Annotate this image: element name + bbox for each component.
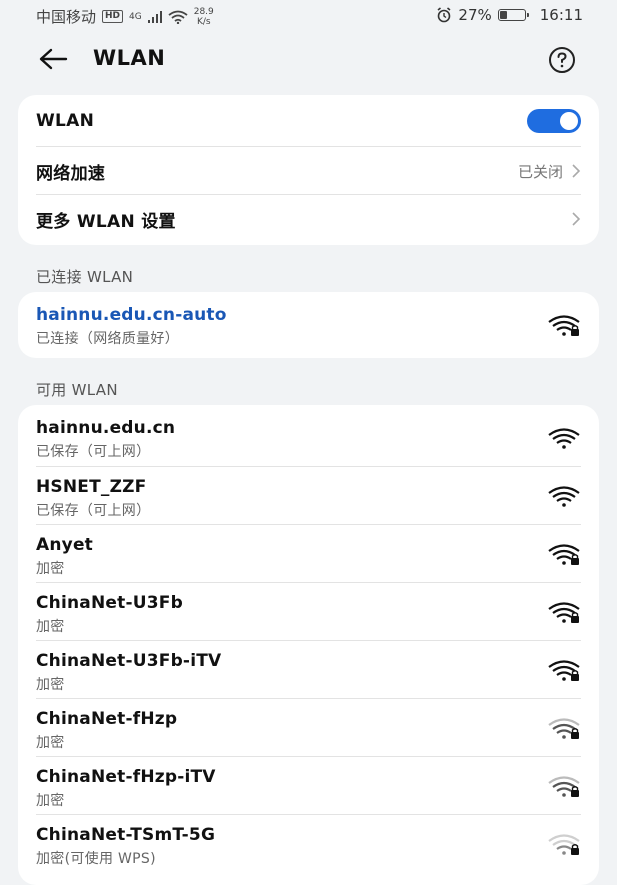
network-list-item[interactable]: ChinaNet-TSmT-5G 加密(可使用 WPS) (18, 815, 599, 873)
network-status: 已保存（可上网） (36, 444, 151, 460)
network-list-item[interactable]: ChinaNet-fHzp 加密 (18, 699, 599, 757)
network-list-item[interactable]: HSNET_ZZF 已保存（可上网） (18, 467, 599, 525)
network-speed: 28.9 K/s (194, 7, 214, 27)
page-header: WLAN (0, 36, 617, 84)
network-name: ChinaNet-U3Fb-iTV (36, 651, 222, 671)
network-status: 加密 (36, 561, 65, 577)
network-name: Anyet (36, 535, 93, 555)
network-list-item[interactable]: Anyet 加密 (18, 525, 599, 583)
settings-card: WLAN 网络加速 已关闭 更多 WLAN 设置 (18, 95, 599, 245)
toggle-knob (560, 112, 578, 130)
network-type-label: 4G (129, 11, 142, 22)
network-status: 加密 (36, 735, 65, 751)
connected-network-name: hainnu.edu.cn-auto (36, 305, 227, 325)
network-speed-value: 28.9 (193, 6, 214, 17)
network-acceleration-row[interactable]: 网络加速 已关闭 (18, 147, 599, 195)
wifi-locked-icon (548, 660, 580, 681)
more-wlan-settings-row[interactable]: 更多 WLAN 设置 (18, 195, 599, 243)
network-name: ChinaNet-U3Fb (36, 593, 183, 613)
network-name: ChinaNet-fHzp-iTV (36, 767, 216, 787)
network-speed-unit: K/s (196, 16, 211, 27)
more-wlan-settings-label: 更多 WLAN 设置 (36, 211, 176, 232)
wifi-locked-icon (548, 834, 580, 855)
connected-section-title: 已连接 WLAN (36, 268, 134, 286)
network-name: ChinaNet-fHzp (36, 709, 178, 729)
network-status: 加密 (36, 619, 65, 635)
network-name: hainnu.edu.cn (36, 418, 176, 438)
connected-card: hainnu.edu.cn-auto 已连接（网络质量好） (18, 292, 599, 358)
network-list-item[interactable]: ChinaNet-fHzp-iTV 加密 (18, 757, 599, 815)
available-section-title: 可用 WLAN (36, 381, 118, 399)
alarm-icon (437, 7, 451, 23)
available-networks-card: hainnu.edu.cn 已保存（可上网） HSNET_ZZF 已保存（可上网） An… (18, 405, 599, 885)
chevron-right-icon (572, 212, 581, 226)
battery-icon (497, 9, 529, 21)
back-arrow-icon[interactable] (36, 44, 70, 74)
battery-percent: 27% (458, 6, 492, 24)
wlan-toggle-row[interactable]: WLAN (18, 95, 599, 147)
status-bar: 中国移动 HD 4G 28.9 K/s 27% 16:11 (0, 0, 617, 32)
hd-badge: HD (102, 10, 124, 23)
network-status: 加密(可使用 WPS) (36, 851, 156, 867)
network-status: 加密 (36, 793, 65, 809)
wifi-status-icon (168, 10, 188, 24)
wifi-locked-icon (548, 602, 580, 623)
connected-network-status: 已连接（网络质量好） (36, 331, 179, 347)
wlan-toggle-label: WLAN (36, 111, 95, 131)
wifi-locked-icon (548, 544, 580, 565)
wifi-locked-icon (548, 776, 580, 797)
wifi-icon (548, 486, 580, 507)
network-name: ChinaNet-TSmT-5G (36, 825, 216, 845)
connected-network-row[interactable]: hainnu.edu.cn-auto 已连接（网络质量好） (18, 292, 599, 358)
battery-level-fill (499, 11, 507, 19)
network-list-item[interactable]: hainnu.edu.cn 已保存（可上网） (18, 405, 599, 467)
wifi-icon (548, 428, 580, 449)
cell-signal-icon (147, 10, 162, 23)
network-status: 已保存（可上网） (36, 503, 151, 519)
carrier-label: 中国移动 (36, 8, 97, 26)
network-acceleration-label: 网络加速 (36, 163, 106, 184)
network-name: HSNET_ZZF (36, 477, 147, 497)
wlan-toggle-switch[interactable] (527, 109, 581, 133)
wifi-locked-icon (548, 315, 580, 336)
help-icon[interactable] (548, 46, 576, 74)
network-list-item[interactable]: ChinaNet-U3Fb-iTV 加密 (18, 641, 599, 699)
network-status: 加密 (36, 677, 65, 693)
network-list-item[interactable]: ChinaNet-U3Fb 加密 (18, 583, 599, 641)
page-title: WLAN (93, 46, 166, 70)
wifi-locked-icon (548, 718, 580, 739)
network-acceleration-status: 已关闭 (517, 162, 563, 181)
chevron-right-icon (572, 164, 581, 178)
clock: 16:11 (539, 6, 583, 24)
